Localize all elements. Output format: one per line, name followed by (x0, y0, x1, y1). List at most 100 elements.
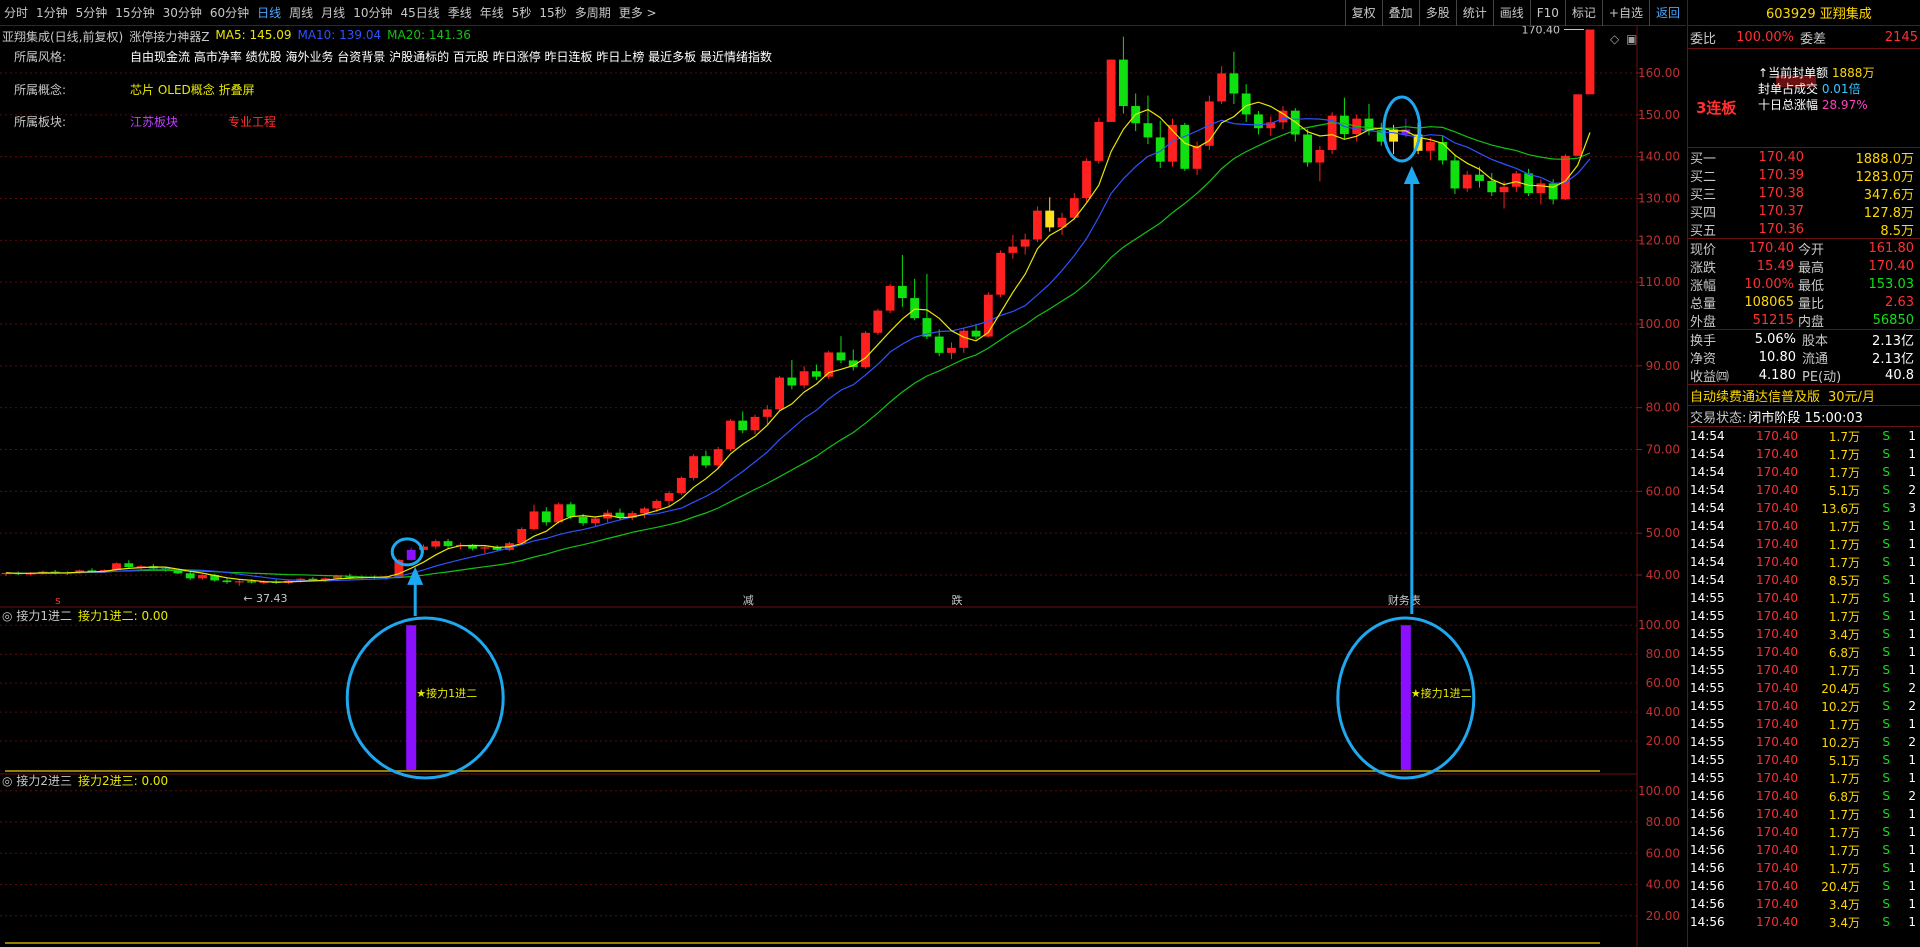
candle[interactable] (824, 350, 834, 379)
candle[interactable] (185, 571, 195, 581)
candle[interactable] (750, 414, 760, 435)
candle[interactable] (541, 507, 551, 526)
candle[interactable] (1155, 120, 1165, 168)
period-tab-12[interactable]: 年线 (476, 0, 508, 26)
pane3-name[interactable]: 接力2进三 (16, 774, 72, 788)
event-marker-finance[interactable]: 财务表 (1388, 593, 1421, 607)
candle[interactable] (787, 359, 797, 390)
promo-text[interactable]: 自动续费通达信普及版 (1688, 386, 1820, 405)
period-tab-14[interactable]: 15秒 (535, 0, 570, 26)
candle[interactable] (1168, 118, 1177, 167)
promo-row[interactable]: 自动续费通达信普及版 30元/月 (1688, 385, 1920, 405)
candle[interactable] (1303, 129, 1313, 167)
period-tab-1[interactable]: 1分钟 (32, 0, 72, 26)
candle[interactable] (1573, 94, 1583, 156)
period-tab-8[interactable]: 月线 (317, 0, 349, 26)
candle[interactable] (1033, 206, 1042, 243)
candle[interactable] (1266, 116, 1276, 136)
candle[interactable] (701, 450, 711, 468)
candle[interactable] (640, 506, 649, 519)
candle[interactable] (1020, 233, 1030, 255)
candle[interactable] (1327, 112, 1337, 155)
candle[interactable] (222, 578, 232, 584)
period-tab-16[interactable]: 更多 > (615, 0, 661, 26)
trade-ticks[interactable]: 14:54 170.40 1.7万 S 1 14:54 170.40 1.7万 S 1 14:54 1… (1688, 427, 1920, 931)
tool-button-6[interactable]: 标记 (1564, 0, 1602, 26)
event-marker-die[interactable]: 跌 (951, 593, 962, 607)
candle[interactable] (996, 250, 1006, 298)
candle[interactable] (1118, 36, 1128, 114)
candle[interactable] (234, 580, 244, 586)
event-marker-s[interactable]: s (55, 594, 61, 607)
period-tab-15[interactable]: 多周期 (571, 0, 615, 26)
bid-row[interactable]: 买三 170.38 347.6万 (1688, 184, 1920, 203)
candle[interactable] (1094, 117, 1104, 164)
user-annotations[interactable] (345, 95, 1476, 780)
candle[interactable] (897, 254, 907, 307)
period-tab-0[interactable]: 分时 (0, 0, 32, 26)
candle[interactable] (959, 327, 969, 353)
pane2-collapse-icon[interactable]: ◎ (2, 609, 12, 623)
candle[interactable] (1339, 97, 1349, 140)
indicator-name[interactable]: 涨停接力神器Z (129, 28, 209, 45)
candle[interactable] (443, 539, 453, 549)
candle[interactable] (529, 504, 539, 530)
pane2-name[interactable]: 接力1进二 (16, 609, 72, 623)
sector-value-region[interactable]: 江苏板块 (130, 115, 178, 129)
candle[interactable] (1057, 212, 1067, 235)
candle[interactable] (934, 329, 944, 357)
period-tab-4[interactable]: 30分钟 (159, 0, 206, 26)
candle[interactable] (590, 516, 600, 527)
period-tab-6[interactable]: 日线 (253, 0, 285, 26)
tool-button-0[interactable]: 复权 (1344, 0, 1382, 26)
period-tab-9[interactable]: 10分钟 (349, 0, 396, 26)
candle[interactable] (1241, 84, 1251, 122)
candle[interactable] (1217, 66, 1227, 104)
tool-button-7[interactable]: +自选 (1601, 0, 1649, 26)
tool-button-4[interactable]: 画线 (1492, 0, 1530, 26)
period-tab-11[interactable]: 季线 (444, 0, 476, 26)
candle[interactable] (627, 510, 637, 521)
tool-button-2[interactable]: 多股 (1418, 0, 1456, 26)
bid-row[interactable]: 买二 170.39 1283.0万 (1688, 166, 1920, 185)
tool-button-8[interactable]: 返回 (1648, 0, 1686, 26)
candle[interactable] (1450, 154, 1460, 194)
period-tab-10[interactable]: 45日线 (396, 0, 443, 26)
candle[interactable] (1536, 179, 1546, 205)
candle[interactable] (1069, 193, 1079, 220)
candle[interactable] (836, 336, 846, 364)
candle[interactable] (873, 308, 883, 335)
window-icon[interactable]: ▣ (1626, 32, 1637, 46)
sector-value-industry[interactable]: 专业工程 (228, 115, 276, 129)
candle[interactable] (885, 283, 895, 314)
candle[interactable] (922, 273, 932, 340)
candle[interactable] (971, 325, 981, 340)
candle[interactable] (1278, 106, 1288, 130)
kline-chart[interactable]: 160.00 150.00 140.00 130.00 120.00 110.00 100.… (0, 26, 1686, 947)
candle[interactable] (124, 560, 134, 569)
candle[interactable] (431, 539, 441, 549)
pane3-collapse-icon[interactable]: ◎ (2, 774, 12, 788)
bid-row[interactable]: 买一 170.40 1888.0万 (1688, 148, 1920, 167)
tool-button-5[interactable]: F10 (1529, 0, 1565, 26)
candle[interactable] (664, 490, 674, 506)
signal-bar[interactable] (1400, 625, 1411, 770)
candle[interactable] (689, 454, 699, 481)
promo-price[interactable]: 30元/月 (1820, 386, 1875, 405)
bid-row[interactable]: 买五 170.36 8.5万 (1688, 220, 1920, 239)
candle[interactable] (1106, 59, 1116, 122)
candle[interactable] (726, 418, 735, 452)
period-tab-7[interactable]: 周线 (285, 0, 317, 26)
candle[interactable] (676, 476, 686, 496)
period-tab-2[interactable]: 5分钟 (72, 0, 112, 26)
period-tab-3[interactable]: 15分钟 (111, 0, 158, 26)
annotation-circle[interactable] (1382, 95, 1422, 163)
candle[interactable] (406, 547, 416, 561)
candle[interactable] (1131, 93, 1141, 132)
candle[interactable] (1143, 95, 1153, 145)
event-marker-jian[interactable]: 减 (743, 594, 754, 607)
candle[interactable] (1585, 29, 1595, 95)
candle[interactable] (861, 331, 870, 369)
period-tab-5[interactable]: 60分钟 (206, 0, 253, 26)
bid-row[interactable]: 买四 170.37 127.8万 (1688, 202, 1920, 221)
